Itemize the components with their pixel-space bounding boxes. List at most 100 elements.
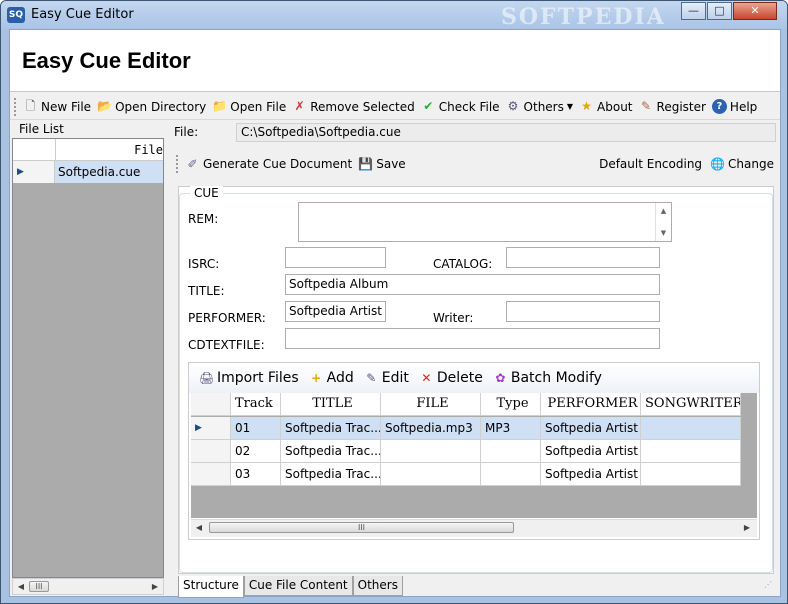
save-button[interactable]: 💾 Save <box>358 157 405 172</box>
rem-label: REM: <box>188 212 219 226</box>
scroll-left-icon[interactable]: ◀ <box>13 579 29 594</box>
cue-panel: CUE REM: ▲ ▼ ISRC: CATALOG: TITLE: Softpe… <box>178 186 774 574</box>
others-menu-button[interactable]: ⚙ Others ▼ <box>506 99 573 114</box>
performer-cell[interactable]: Softpedia Artist <box>541 463 641 486</box>
document-toolbar: ✐ Generate Cue Document 💾 Save Default Enc… <box>172 152 778 176</box>
new-file-button[interactable]: 🗋 New File <box>23 99 91 114</box>
file-list-header: File <box>13 139 163 161</box>
globe-icon: 🌐 <box>710 156 726 171</box>
row-header-corner <box>191 393 231 416</box>
add-track-button[interactable]: + Add <box>309 370 354 386</box>
save-icon: 💾 <box>358 156 374 171</box>
table-row[interactable]: ▶ 01 Softpedia Trac... Softpedia.mp3 MP3… <box>191 417 757 440</box>
performer-field[interactable]: Softpedia Artist <box>285 301 386 322</box>
chevron-down-icon: ▼ <box>566 102 574 111</box>
type-cell[interactable] <box>481 440 541 463</box>
performer-cell[interactable]: Softpedia Artist <box>541 440 641 463</box>
scroll-down-icon[interactable]: ▼ <box>656 229 671 237</box>
column-header-track[interactable]: Track <box>231 393 281 416</box>
track-cell[interactable]: 03 <box>231 463 281 486</box>
title-cell[interactable]: Softpedia Trac... <box>281 417 381 440</box>
scroll-up-icon[interactable]: ▲ <box>656 207 671 215</box>
file-cell[interactable]: Softpedia.mp3 <box>381 417 481 440</box>
tab-others[interactable]: Others <box>352 576 403 596</box>
encoding-label: Default Encoding <box>599 157 703 171</box>
change-encoding-button[interactable]: 🌐 Change <box>710 157 774 172</box>
table-row[interactable]: 03 Softpedia Trac... Softpedia Artist <box>191 463 757 486</box>
register-button[interactable]: ✎ Register <box>639 99 706 114</box>
toolbar-grip[interactable] <box>14 97 17 116</box>
file-cell[interactable] <box>381 463 481 486</box>
cdtextfile-field[interactable] <box>285 328 660 349</box>
generate-cue-button[interactable]: ✐ Generate Cue Document <box>185 157 352 172</box>
title-bar[interactable]: SQ Easy Cue Editor SOFTPEDIA — □ ✕ <box>1 1 787 30</box>
import-files-button[interactable]: 🖨 Import Files <box>199 370 299 386</box>
tab-cue-file-content[interactable]: Cue File Content <box>243 576 353 596</box>
file-list-scrollbar[interactable]: ◀ III ▶ <box>12 578 164 595</box>
toolbar-grip[interactable] <box>176 155 179 173</box>
app-header: Easy Cue Editor <box>10 30 780 92</box>
main-toolbar: 🗋 New File 📂 Open Directory 📁 Open File ✗ Re… <box>10 94 780 120</box>
tab-bar: Structure Cue File Content Others <box>178 576 403 598</box>
column-header-title[interactable]: TITLE <box>281 393 381 416</box>
maximize-button[interactable]: □ <box>707 2 732 20</box>
songwriter-cell[interactable] <box>641 463 741 486</box>
isrc-field[interactable] <box>285 247 386 268</box>
cue-group: CUE REM: ▲ ▼ ISRC: CATALOG: TITLE: Softpe… <box>179 186 773 573</box>
track-cell[interactable]: 01 <box>231 417 281 440</box>
performer-cell[interactable]: Softpedia Artist <box>541 417 641 440</box>
column-header-file[interactable]: FILE <box>381 393 481 416</box>
file-list-grid[interactable]: File ▶ Softpedia.cue <box>12 138 164 578</box>
rem-scrollbar[interactable]: ▲ ▼ <box>655 203 671 241</box>
type-cell[interactable] <box>481 463 541 486</box>
tracks-grid[interactable]: Track TITLE FILE Type PERFORMER SONGWRIT… <box>191 393 757 518</box>
remove-selected-button[interactable]: ✗ Remove Selected <box>292 99 415 114</box>
list-item[interactable]: ▶ Softpedia.cue <box>13 161 163 183</box>
tab-structure[interactable]: Structure <box>178 576 244 598</box>
file-column-header[interactable]: File <box>55 139 163 161</box>
app-window: SQ Easy Cue Editor SOFTPEDIA — □ ✕ Easy … <box>0 0 788 604</box>
scroll-right-icon[interactable]: ▶ <box>739 520 755 535</box>
edit-track-button[interactable]: ✎ Edit <box>364 370 409 386</box>
file-cell[interactable] <box>381 440 481 463</box>
column-header-songwriter[interactable]: SONGWRITER <box>641 393 741 416</box>
delete-track-button[interactable]: ✕ Delete <box>419 370 483 386</box>
scroll-right-icon[interactable]: ▶ <box>147 579 163 594</box>
editor-pane: File: C:\Softpedia\Softpedia.cue ✐ Genera… <box>172 122 778 598</box>
check-file-button[interactable]: ✔ Check File <box>421 99 499 114</box>
open-directory-button[interactable]: 📂 Open Directory <box>97 99 206 114</box>
track-cell[interactable]: 02 <box>231 440 281 463</box>
minimize-button[interactable]: — <box>681 2 706 20</box>
window-title: Easy Cue Editor <box>31 7 134 22</box>
scroll-left-icon[interactable]: ◀ <box>191 520 207 535</box>
file-list-cell[interactable]: Softpedia.cue <box>55 161 163 183</box>
scroll-thumb[interactable]: III <box>29 581 49 592</box>
tracks-header-row: Track TITLE FILE Type PERFORMER SONGWRIT… <box>191 393 757 416</box>
table-row[interactable]: 02 Softpedia Trac... Softpedia Artist <box>191 440 757 463</box>
performer-label: PERFORMER: <box>188 311 266 325</box>
resize-grip-icon[interactable]: ⋰ <box>764 580 776 592</box>
check-icon: ✔ <box>423 99 434 113</box>
title-cell[interactable]: Softpedia Trac... <box>281 440 381 463</box>
type-cell[interactable]: MP3 <box>481 417 541 440</box>
batch-icon: ✿ <box>495 370 506 385</box>
songwriter-cell[interactable] <box>641 417 741 440</box>
batch-modify-button[interactable]: ✿ Batch Modify <box>493 370 602 386</box>
column-header-type[interactable]: Type <box>481 393 541 416</box>
about-button[interactable]: ★ About <box>579 99 632 114</box>
column-header-performer[interactable]: PERFORMER <box>541 393 641 416</box>
close-button[interactable]: ✕ <box>733 2 777 20</box>
tracks-scrollbar[interactable]: ◀ III ▶ <box>191 519 757 537</box>
title-cell[interactable]: Softpedia Trac... <box>281 463 381 486</box>
file-list-pane: File List File ▶ Softpedia.cue ◀ III ▶ <box>12 122 164 596</box>
writer-field[interactable] <box>506 301 660 322</box>
help-button[interactable]: ? Help <box>711 99 757 114</box>
rem-field[interactable]: ▲ ▼ <box>298 202 672 242</box>
catalog-field[interactable] <box>506 247 660 268</box>
open-file-button[interactable]: 📁 Open File <box>212 99 286 114</box>
file-path-label: File: <box>174 125 199 139</box>
title-field[interactable]: Softpedia Album <box>285 274 660 295</box>
help-icon: ? <box>711 99 727 114</box>
scroll-thumb[interactable]: III <box>209 522 514 533</box>
songwriter-cell[interactable] <box>641 440 741 463</box>
